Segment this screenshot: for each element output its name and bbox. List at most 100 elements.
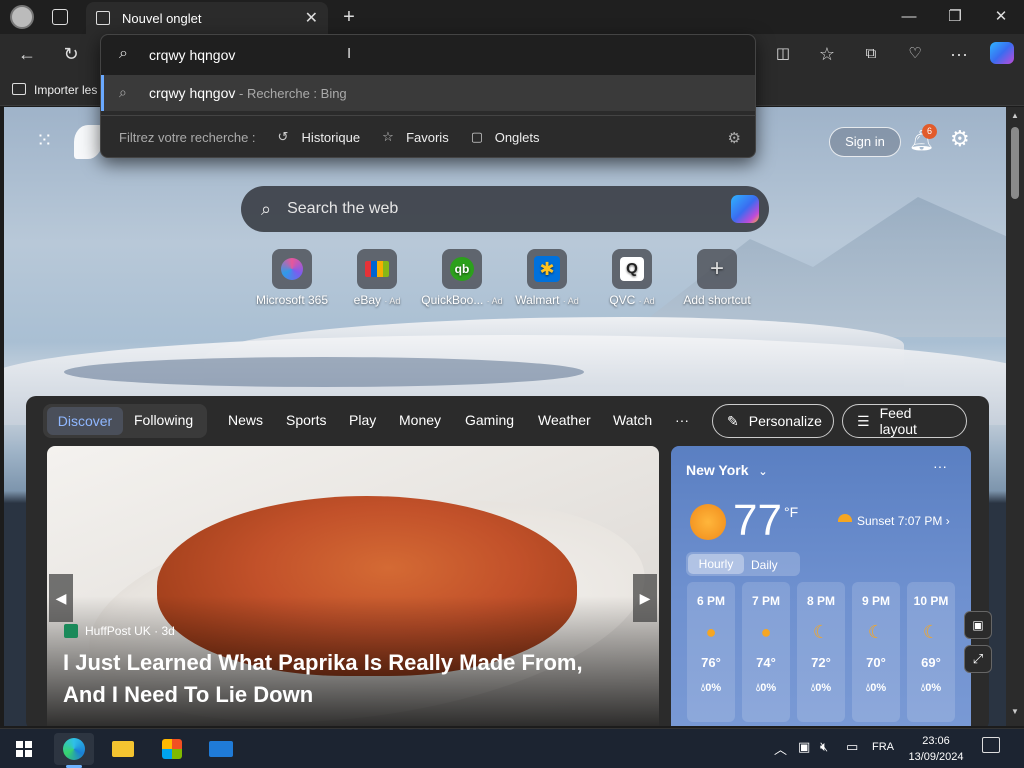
hourly-forecast-6pm[interactable]: 6 PM ● 76° 💧︎0% [687, 582, 735, 722]
back-button[interactable]: ← [14, 42, 40, 66]
notification-center-icon[interactable] [982, 737, 1000, 753]
shortcut-label: QVC [609, 293, 636, 307]
hour-time: 10 PM [913, 594, 949, 608]
weather-location[interactable]: New York ⌄ [686, 462, 768, 478]
tab-following[interactable]: Following [134, 412, 193, 428]
article-headline-line2[interactable]: And I Need To Lie Down [63, 682, 313, 708]
shortcut-microsoft-365[interactable]: Microsoft 365 [247, 249, 337, 307]
tab-weather[interactable]: Weather [538, 412, 591, 428]
suggestion-row[interactable]: ⌕ crqwy hqngov - Recherche : Bing [101, 75, 755, 111]
shortcut-qvc[interactable]: Q QVC · Ad [587, 249, 677, 307]
collections-icon[interactable]: ⧉ [858, 42, 884, 66]
chevron-down-icon: ⌄ [758, 466, 768, 478]
restore-button[interactable]: ❐ [940, 5, 970, 29]
hourly-forecast-7pm[interactable]: 7 PM ● 74° 💧︎0% [742, 582, 790, 722]
clock[interactable]: 23:06 13/09/2024 [904, 733, 968, 765]
tab-play[interactable]: Play [349, 412, 376, 428]
filter-tabs[interactable]: ▢ Onglets [471, 130, 540, 145]
tab-hourly[interactable]: Hourly [688, 554, 744, 574]
web-search-box[interactable]: ⌕ Search the web [241, 186, 769, 232]
tab-actions-icon[interactable] [52, 9, 68, 25]
tab-new-tab[interactable]: Nouvel onglet ✕ [86, 2, 328, 34]
taskbar-store[interactable] [152, 733, 192, 765]
taskbar-file-explorer[interactable] [103, 733, 143, 765]
hero-article-card[interactable]: ◀ ▶ HuffPost UK · 3d I Just Learned What… [47, 446, 659, 726]
tab-news[interactable]: News [228, 412, 263, 428]
sign-in-button[interactable]: Sign in [829, 127, 901, 157]
close-window-button[interactable]: ✕ [986, 5, 1016, 29]
meet-now-icon[interactable]: ▣ [798, 739, 810, 755]
moon-icon: ☾ [812, 622, 830, 642]
close-tab-icon[interactable]: ✕ [305, 8, 318, 28]
sunset-label: Sunset 7:07 PM [857, 514, 943, 528]
notification-count: 6 [926, 126, 932, 136]
feed-layout-button[interactable]: ☰ Feed layout [842, 404, 967, 438]
hourly-forecast-10pm[interactable]: 10 PM ☾ 69° 💧︎0% [907, 582, 955, 722]
tab-discover[interactable]: Discover [47, 407, 123, 435]
browser-essentials-icon[interactable]: ♡ [902, 42, 928, 66]
tab-watch[interactable]: Watch [613, 412, 652, 428]
hour-precip: 💧︎0% [865, 682, 887, 694]
shortcut-quickbooks[interactable]: qb QuickBoo... · Ad [417, 249, 507, 307]
expand-icon[interactable]: ⤢ [964, 645, 992, 673]
more-tabs-button[interactable]: ··· [675, 412, 689, 428]
page-scrollbar[interactable]: ▲ ▼ [1006, 107, 1024, 726]
refresh-button[interactable]: ↻ [58, 42, 84, 66]
article-headline-line1[interactable]: I Just Learned What Paprika Is Really Ma… [63, 650, 583, 676]
plus-icon: + [697, 249, 737, 289]
volume-muted-icon[interactable]: 🔇︎ [820, 739, 828, 755]
taskbar-edge[interactable] [54, 733, 94, 765]
add-shortcut-button[interactable]: + Add shortcut [672, 249, 762, 307]
sun-icon [690, 504, 726, 540]
tab-label: Weather [538, 412, 591, 428]
weather-card[interactable]: New York ⌄ ··· 77 °F Sunset 7:07 PM › Ho… [671, 446, 971, 726]
minimize-button[interactable]: — [894, 5, 924, 29]
previous-arrow-button[interactable]: ◀ [49, 574, 73, 622]
favbar-import-item[interactable]: Importer les [34, 83, 97, 97]
hour-temp: 74° [756, 655, 776, 670]
address-input[interactable]: crqwy hqngov [149, 47, 235, 63]
tab-gaming[interactable]: Gaming [465, 412, 514, 428]
taskbar-mail[interactable] [201, 733, 241, 765]
settings-gear-icon[interactable]: ⚙ [950, 127, 974, 151]
history-icon: ↺ [277, 129, 289, 144]
split-screen-icon[interactable]: ◫ [770, 42, 796, 66]
filter-favorites[interactable]: ☆ Favoris [382, 130, 449, 145]
copilot-search-icon[interactable] [731, 195, 759, 223]
next-arrow-button[interactable]: ▶ [633, 574, 657, 622]
copilot-icon[interactable] [990, 42, 1014, 64]
shortcut-label: QuickBoo... [421, 293, 484, 307]
tab-money[interactable]: Money [399, 412, 441, 428]
favorites-icon[interactable]: ☆ [814, 42, 840, 66]
hourly-forecast-9pm[interactable]: 9 PM ☾ 70° 💧︎0% [852, 582, 900, 722]
sunset-info[interactable]: Sunset 7:07 PM › [857, 514, 950, 528]
sign-in-label: Sign in [845, 134, 885, 149]
shortcut-walmart[interactable]: ✱ Walmart · Ad [502, 249, 592, 307]
filter-history[interactable]: ↺ Historique [278, 130, 361, 145]
new-tab-button[interactable]: + [334, 5, 364, 29]
start-button[interactable] [4, 733, 44, 765]
network-icon[interactable]: ▭ [846, 739, 858, 755]
shortcut-label: Add shortcut [683, 293, 751, 307]
weather-more-icon[interactable]: ··· [933, 458, 947, 474]
profile-avatar[interactable] [10, 5, 34, 29]
apps-grid-icon[interactable]: ⁙ [36, 131, 58, 153]
precip-value: 0% [815, 682, 832, 694]
filter-settings-icon[interactable]: ⚙ [728, 129, 741, 147]
store-icon [162, 739, 182, 759]
background-image-button[interactable]: ▣ [964, 611, 992, 639]
clock-date: 13/09/2024 [908, 751, 964, 763]
show-hidden-icons-chevron[interactable]: ︿ [774, 739, 787, 758]
address-bar[interactable]: ⌕ crqwy hqngov I [101, 35, 755, 75]
scroll-down-arrow[interactable]: ▼ [1011, 707, 1019, 716]
precip-value: 0% [925, 682, 942, 694]
input-language[interactable]: FRA [872, 741, 894, 753]
shortcut-ebay[interactable]: eBay · Ad [332, 249, 422, 307]
tab-sports[interactable]: Sports [286, 412, 326, 428]
personalize-button[interactable]: ✎ Personalize [712, 404, 834, 438]
tab-daily[interactable]: Daily [751, 558, 778, 572]
scrollbar-thumb[interactable] [1011, 127, 1019, 199]
more-menu-icon[interactable]: ··· [946, 42, 972, 66]
scroll-up-arrow[interactable]: ▲ [1011, 111, 1019, 120]
hourly-forecast-8pm[interactable]: 8 PM ☾ 72° 💧︎0% [797, 582, 845, 722]
